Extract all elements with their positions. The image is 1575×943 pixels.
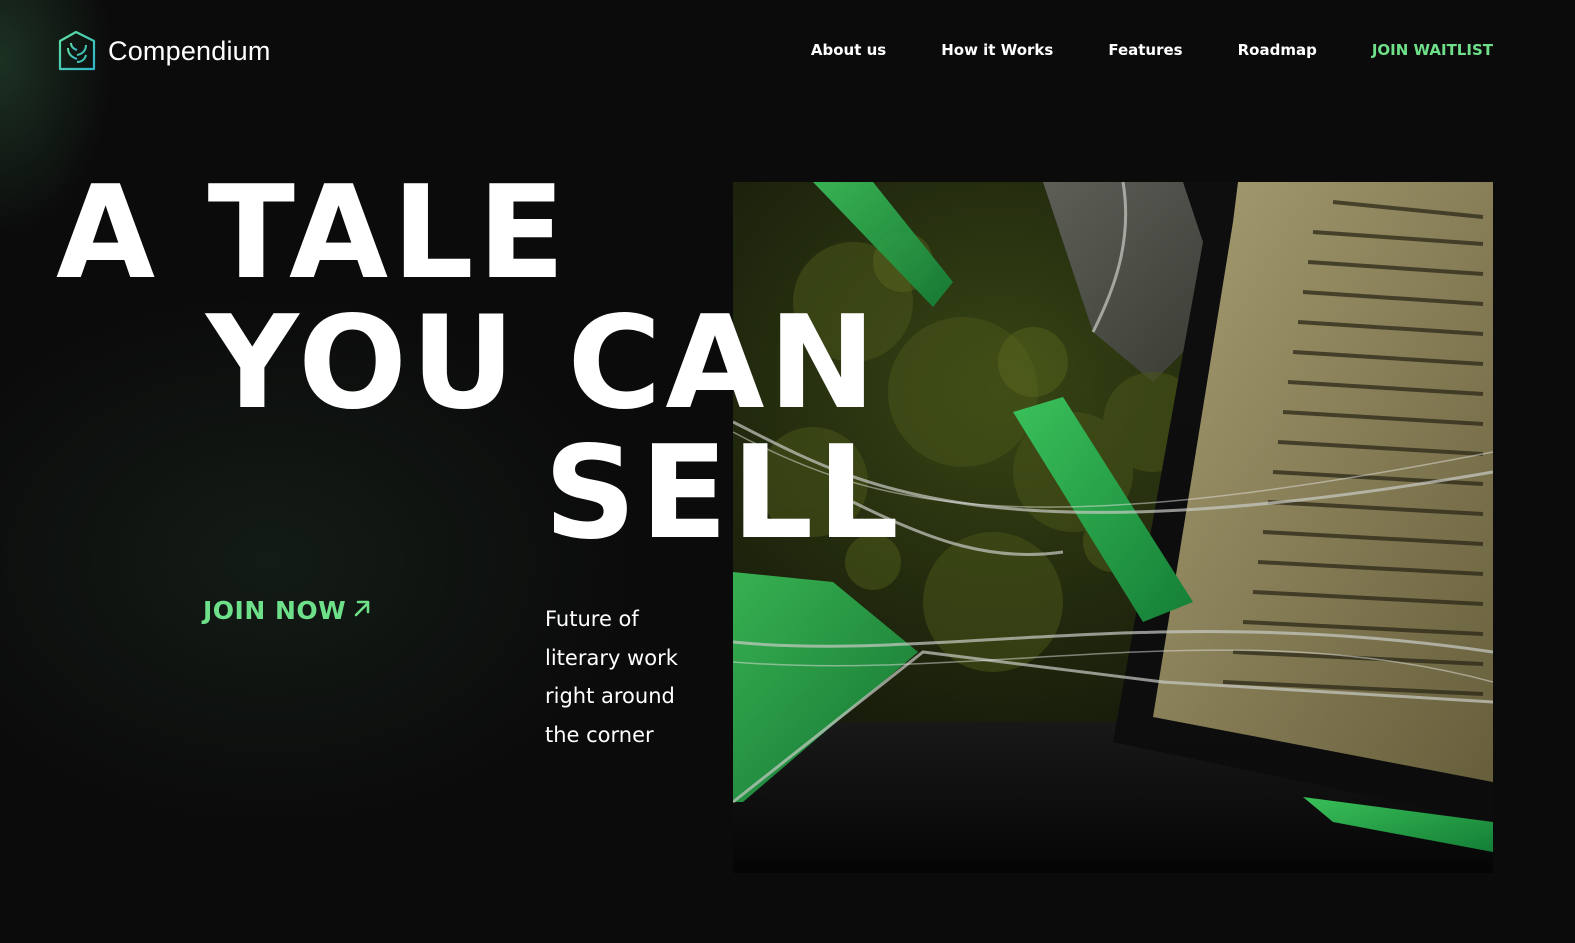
join-now-button[interactable]: JOIN NOW (203, 596, 372, 625)
tree-house-icon (58, 31, 96, 71)
join-now-label: JOIN NOW (203, 596, 347, 625)
nav-about-us[interactable]: About us (811, 41, 886, 59)
tagline-line: the corner (545, 722, 654, 747)
headline-line-3: SELL (544, 419, 903, 568)
tagline-line: right around (545, 684, 675, 708)
brand-logo[interactable]: Compendium (58, 31, 271, 71)
nav-how-it-works[interactable]: How it Works (941, 41, 1053, 59)
headline-line-1: A TALE (56, 159, 570, 308)
landing-page: Compendium About us How it Works Feature… (0, 0, 1575, 943)
headline-line-2: YOU CAN (206, 289, 880, 438)
arrow-up-right-icon (354, 600, 370, 617)
join-waitlist-link[interactable]: JOIN WAITLIST (1372, 41, 1493, 59)
nav-features[interactable]: Features (1108, 41, 1182, 59)
brand-name: Compendium (108, 35, 271, 66)
top-nav: About us How it Works Features Roadmap J… (756, 41, 1493, 59)
nav-roadmap[interactable]: Roadmap (1238, 41, 1317, 59)
tagline-line: Future of (545, 607, 639, 631)
tagline-line: literary work (545, 645, 678, 670)
hero-tagline: Future of literary work right around the… (545, 600, 720, 754)
